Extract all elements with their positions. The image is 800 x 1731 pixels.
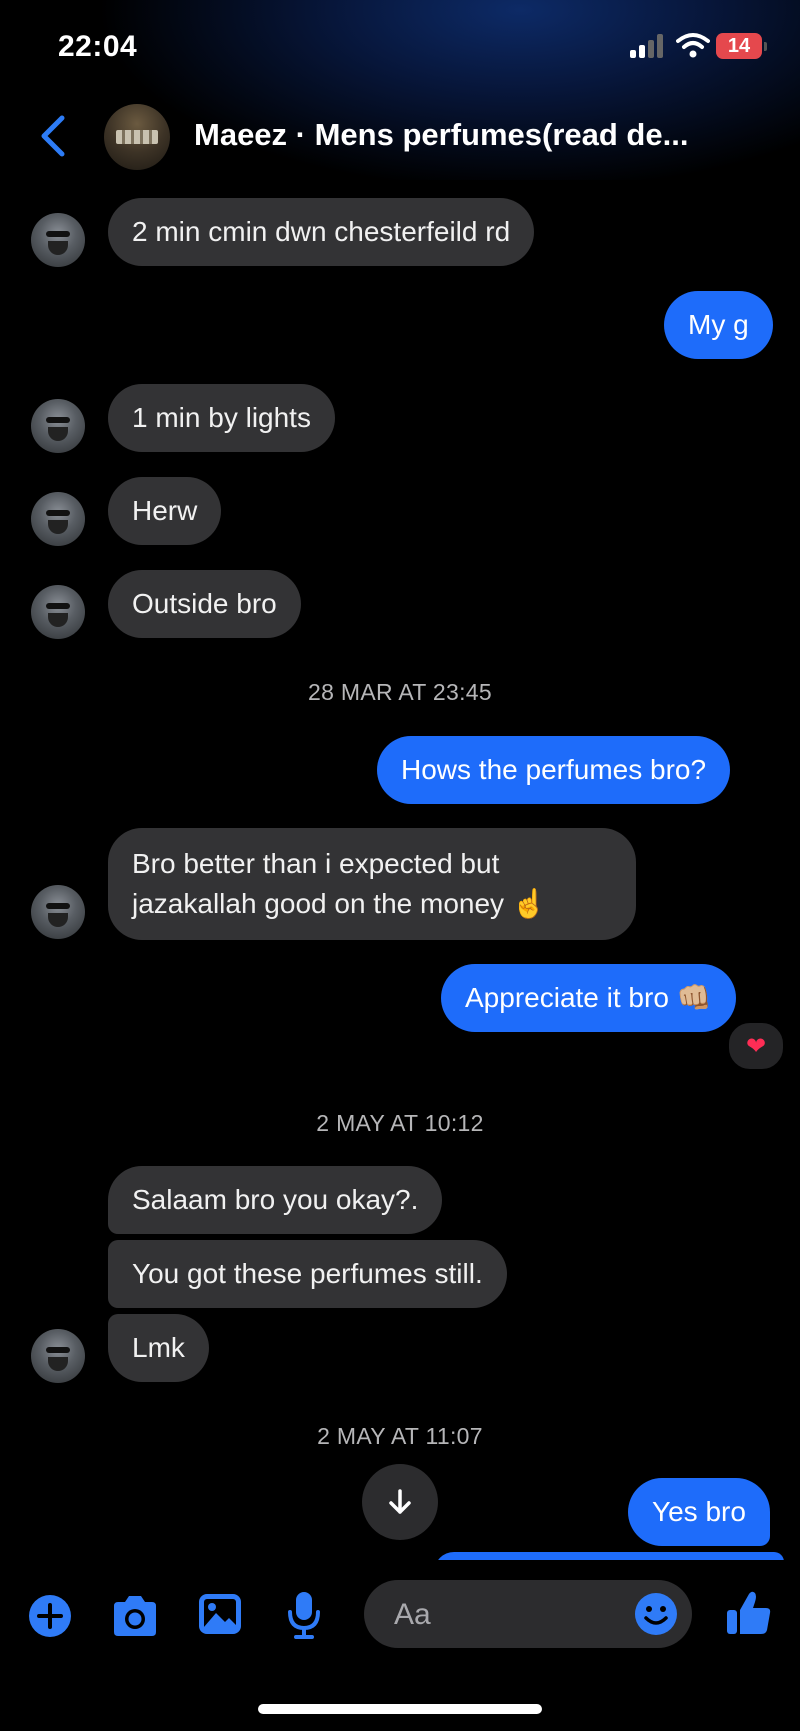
wifi-icon — [676, 33, 710, 58]
arrow-down-icon — [389, 1489, 411, 1514]
sender-avatar[interactable] — [31, 213, 85, 267]
message-bubble-incoming[interactable]: Herw — [108, 477, 222, 545]
message-bubble-incoming[interactable]: Salaam bro you okay?. — [108, 1166, 443, 1234]
timestamp-divider: 2 MAY AT 11:07 — [317, 1423, 483, 1449]
message-bubble-outgoing[interactable]: Hows the perfumes bro? — [377, 736, 731, 804]
battery-icon: 14 — [716, 33, 762, 59]
message-bubble-incoming[interactable]: Bro better than i expected but jazakalla… — [108, 828, 636, 940]
message-input-box[interactable] — [364, 1580, 692, 1648]
message-bubble-outgoing[interactable]: Appreciate it bro 👊🏼 — [441, 964, 736, 1032]
emoji-icon[interactable] — [634, 1592, 678, 1636]
thumbs-up-icon[interactable] — [724, 1588, 774, 1638]
scroll-to-bottom-button[interactable] — [362, 1464, 438, 1540]
message-bubble-outgoing[interactable]: Yes bro — [628, 1478, 770, 1546]
message-line: Bro better than i expected but — [132, 848, 500, 879]
back-chevron-icon[interactable] — [36, 114, 70, 158]
message-bubble-incoming[interactable]: Lmk — [108, 1314, 209, 1382]
sender-avatar[interactable] — [31, 885, 85, 939]
timestamp-divider: 28 MAR AT 23:45 — [308, 679, 492, 705]
sender-avatar[interactable] — [31, 1329, 85, 1383]
plus-icon[interactable] — [28, 1594, 72, 1638]
message-bubble-incoming[interactable]: Outside bro — [108, 570, 301, 638]
message-bubble-incoming[interactable]: 1 min by lights — [108, 384, 335, 452]
gallery-icon[interactable] — [197, 1592, 243, 1636]
microphone-icon[interactable] — [286, 1590, 322, 1640]
message-bubble-outgoing[interactable]: My g — [664, 291, 773, 359]
battery-cap — [764, 42, 767, 51]
sender-avatar[interactable] — [31, 399, 85, 453]
group-avatar[interactable] — [104, 104, 170, 170]
heart-reaction-icon[interactable]: ❤ — [726, 1020, 786, 1072]
sender-avatar[interactable] — [31, 585, 85, 639]
message-line: jazakallah good on the money ☝️ — [132, 888, 547, 919]
status-time: 22:04 — [58, 30, 138, 63]
sender-avatar[interactable] — [31, 492, 85, 546]
message-input[interactable] — [392, 1594, 626, 1636]
message-bubble-incoming[interactable]: You got these perfumes still. — [108, 1240, 507, 1308]
camera-icon[interactable] — [110, 1594, 160, 1638]
conversation-title[interactable]: Maeez · Mens perfumes(read de... — [194, 117, 688, 153]
home-indicator — [258, 1704, 542, 1714]
message-bubble-incoming[interactable]: 2 min cmin dwn chesterfeild rd — [108, 198, 535, 266]
signal-icon — [630, 34, 666, 58]
timestamp-divider: 2 MAY AT 10:12 — [316, 1110, 484, 1136]
